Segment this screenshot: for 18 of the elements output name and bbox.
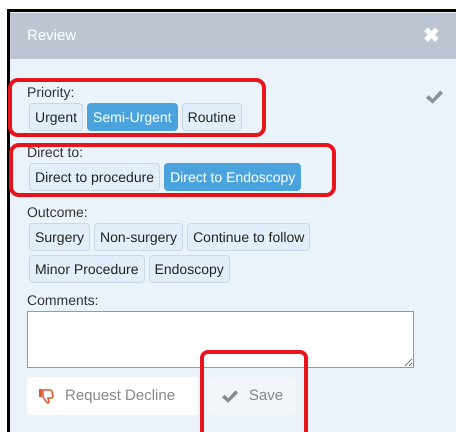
group-label: Direct to: [27, 143, 84, 161]
option-button[interactable]: Routine [182, 103, 242, 131]
option-button[interactable]: Non-surgery [94, 223, 184, 251]
thumbs-down-icon [39, 388, 55, 404]
option-button[interactable]: Minor Procedure [29, 255, 144, 283]
decline-button[interactable]: Request Decline [27, 377, 198, 415]
option-button[interactable]: Urgent [29, 103, 84, 131]
comments-label: Comments: [27, 291, 100, 309]
option-button[interactable]: Endoscopy [148, 255, 230, 283]
option-button[interactable]: Continue to follow [187, 223, 310, 251]
check-icon [425, 89, 444, 105]
check-icon [220, 388, 239, 404]
option-button[interactable]: Direct to procedure [29, 163, 160, 191]
group-label: Outcome: [27, 203, 89, 221]
comments-field[interactable] [27, 311, 414, 368]
window-title: Review [27, 26, 76, 46]
option-button[interactable]: Surgery [29, 223, 90, 251]
group-label: Priority: [27, 83, 76, 101]
